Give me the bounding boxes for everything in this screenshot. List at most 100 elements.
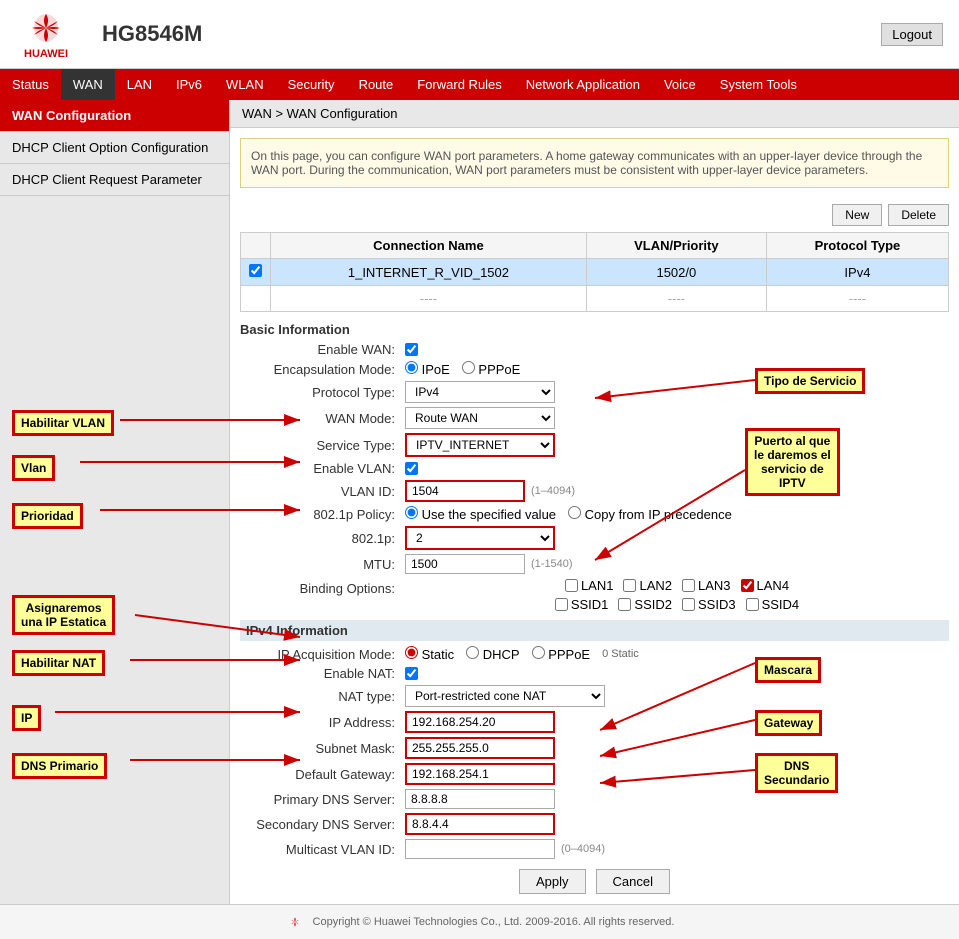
cancel-button[interactable]: Cancel — [596, 869, 670, 894]
ssid4-checkbox[interactable] — [746, 598, 759, 611]
policy-copy-radio[interactable] — [568, 506, 581, 519]
enable-vlan-row: Enable VLAN: — [240, 461, 949, 476]
row-checkbox[interactable] — [249, 264, 262, 277]
ip-address-value — [405, 711, 949, 733]
policy-copy-label[interactable]: Copy from IP precedence — [568, 506, 732, 522]
sidebar-item-dhcp-request[interactable]: DHCP Client Request Parameter — [0, 164, 229, 196]
ssid4-label[interactable]: SSID4 — [746, 597, 800, 612]
row-checkbox-cell[interactable] — [241, 259, 271, 286]
dot1p-value: 2 — [405, 526, 949, 550]
ssid2-checkbox[interactable] — [618, 598, 631, 611]
lan4-checkbox[interactable] — [741, 579, 754, 592]
ip-mode-pppoe-radio[interactable] — [532, 646, 545, 659]
footer-logo: Copyright © Huawei Technologies Co., Ltd… — [10, 915, 949, 929]
enable-nat-checkbox[interactable] — [405, 667, 418, 680]
ssid3-checkbox[interactable] — [682, 598, 695, 611]
nav-route[interactable]: Route — [347, 69, 406, 100]
wan-mode-select[interactable]: Route WAN — [405, 407, 555, 429]
nav-voice[interactable]: Voice — [652, 69, 708, 100]
service-type-label: Service Type: — [240, 438, 405, 453]
multicast-input[interactable] — [405, 839, 555, 859]
mtu-input[interactable] — [405, 554, 525, 574]
nav-status[interactable]: Status — [0, 69, 61, 100]
ip-mode-dhcp-label[interactable]: DHCP — [466, 646, 519, 662]
gateway-input[interactable] — [405, 763, 555, 785]
policy-specified-radio[interactable] — [405, 506, 418, 519]
sidebar-item-dhcp-option[interactable]: DHCP Client Option Configuration — [0, 132, 229, 164]
nav-wan[interactable]: WAN — [61, 69, 115, 100]
lan-checkbox-group: LAN1 LAN2 LAN3 LAN4 — [565, 578, 789, 593]
sidebar-item-wan-config[interactable]: WAN Configuration — [0, 100, 229, 132]
ssid-checkbox-group: SSID1 SSID2 SSID3 SSID4 — [555, 597, 799, 612]
nav-security[interactable]: Security — [276, 69, 347, 100]
encap-ipoe-radio[interactable] — [405, 361, 418, 374]
encap-pppoe-label[interactable]: PPPoE — [462, 361, 521, 377]
nat-type-select[interactable]: Port-restricted cone NAT — [405, 685, 605, 707]
nav-ipv6[interactable]: IPv6 — [164, 69, 214, 100]
logo-area: HUAWEI — [16, 8, 76, 60]
lan3-label[interactable]: LAN3 — [682, 578, 731, 593]
col-connection-name: Connection Name — [271, 233, 587, 259]
nat-type-value: Port-restricted cone NAT — [405, 685, 949, 707]
content-area: WAN > WAN Configuration On this page, yo… — [230, 100, 959, 904]
multicast-label: Multicast VLAN ID: — [240, 842, 405, 857]
ssid1-checkbox[interactable] — [555, 598, 568, 611]
nav-lan[interactable]: LAN — [115, 69, 164, 100]
ssid1-label[interactable]: SSID1 — [555, 597, 609, 612]
subnet-value — [405, 737, 949, 759]
ip-mode-value: Static DHCP PPPoE 0 Static — [405, 646, 949, 662]
ip-mode-static-label[interactable]: Static — [405, 646, 454, 662]
main-nav: Status WAN LAN IPv6 WLAN Security Route … — [0, 69, 959, 100]
multicast-hint: (0–4094) — [561, 843, 605, 855]
logout-button[interactable]: Logout — [881, 23, 943, 46]
dot1p-select[interactable]: 2 — [405, 526, 555, 550]
mtu-row: MTU: (1-1540) — [240, 554, 949, 574]
dns1-row: Primary DNS Server: — [240, 789, 949, 809]
delete-button[interactable]: Delete — [888, 204, 949, 226]
ssid2-label[interactable]: SSID2 — [618, 597, 672, 612]
lan1-checkbox[interactable] — [565, 579, 578, 592]
encap-pppoe-radio[interactable] — [462, 361, 475, 374]
ssid3-label[interactable]: SSID3 — [682, 597, 736, 612]
table-row[interactable]: 1_INTERNET_R_VID_1502 1502/0 IPv4 — [241, 259, 949, 286]
nav-network-application[interactable]: Network Application — [514, 69, 652, 100]
apply-button[interactable]: Apply — [519, 869, 586, 894]
device-name: HG8546M — [102, 21, 202, 47]
gateway-row: Default Gateway: — [240, 763, 949, 785]
service-type-row: Service Type: IPTV_INTERNET — [240, 433, 949, 457]
lan4-label[interactable]: LAN4 — [741, 578, 790, 593]
lan2-checkbox[interactable] — [623, 579, 636, 592]
lan1-label[interactable]: LAN1 — [565, 578, 614, 593]
ipv4-title: IPv4 Information — [240, 620, 949, 641]
enable-vlan-checkbox[interactable] — [405, 462, 418, 475]
nav-system-tools[interactable]: System Tools — [708, 69, 809, 100]
dns2-input[interactable] — [405, 813, 555, 835]
nav-forward-rules[interactable]: Forward Rules — [405, 69, 514, 100]
multicast-value: (0–4094) — [405, 839, 949, 859]
lan2-label[interactable]: LAN2 — [623, 578, 672, 593]
policy-specified-label[interactable]: Use the specified value — [405, 506, 556, 522]
ip-address-input[interactable] — [405, 711, 555, 733]
ip-mode-row: IP Acquisition Mode: Static DHCP PPPoE 0… — [240, 646, 949, 662]
ip-mode-dhcp-radio[interactable] — [466, 646, 479, 659]
binding-value: LAN1 LAN2 LAN3 LAN4 SSID1 SSID2 SSID3 SS… — [405, 578, 949, 612]
policy-label: 802.1p Policy: — [240, 507, 405, 522]
vlan-id-input[interactable] — [405, 480, 525, 502]
huawei-logo — [16, 8, 76, 48]
encap-ipoe-label[interactable]: IPoE — [405, 361, 450, 377]
dns1-input[interactable] — [405, 789, 555, 809]
empty-protocol: ---- — [766, 286, 948, 312]
ip-mode-pppoe-label[interactable]: PPPoE — [532, 646, 591, 662]
lan3-checkbox[interactable] — [682, 579, 695, 592]
nav-wlan[interactable]: WLAN — [214, 69, 276, 100]
service-type-select[interactable]: IPTV_INTERNET — [405, 433, 555, 457]
new-button[interactable]: New — [832, 204, 882, 226]
protocol-label: Protocol Type: — [240, 385, 405, 400]
enable-wan-checkbox[interactable] — [405, 343, 418, 356]
dot1p-row: 802.1p: 2 — [240, 526, 949, 550]
subnet-input[interactable] — [405, 737, 555, 759]
dns1-value — [405, 789, 949, 809]
ip-mode-static-radio[interactable] — [405, 646, 418, 659]
binding-row: Binding Options: LAN1 LAN2 LAN3 LAN4 SSI… — [240, 578, 949, 612]
protocol-select[interactable]: IPv4 — [405, 381, 555, 403]
